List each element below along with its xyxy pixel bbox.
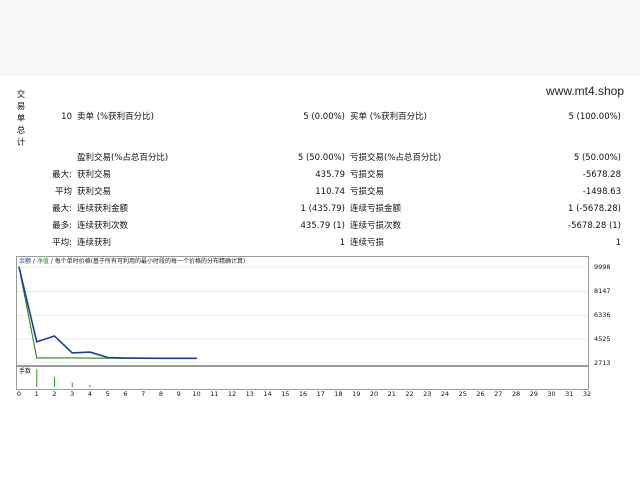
equity-line-point	[71, 357, 73, 359]
balance-line-point	[107, 356, 109, 359]
x-tick-label: 4	[87, 390, 93, 398]
x-tick-label: 7	[141, 390, 146, 398]
x-tick-label: 28	[511, 390, 521, 398]
x-tick-label: 6	[123, 390, 128, 398]
balance-line-point	[195, 357, 198, 359]
legend-balance: 余额	[19, 258, 32, 265]
x-tick-label: 1	[34, 390, 39, 398]
x-tick-label: 2	[52, 390, 57, 398]
x-tick-label: 23	[423, 390, 432, 398]
y-tick-label: 6336	[594, 311, 611, 320]
y-tick-label: 4525	[594, 335, 611, 344]
y-tick-label: 8147	[594, 287, 611, 296]
x-tick-label: 22	[405, 390, 414, 398]
balance-chart-svg	[17, 266, 587, 387]
balance-line-point	[71, 352, 73, 354]
balance-line-point	[89, 351, 91, 353]
x-tick-label: 31	[565, 390, 574, 398]
lot-size-label: 手数	[19, 368, 32, 375]
equity-line-point	[36, 357, 38, 359]
x-tick-label: 32	[582, 390, 592, 398]
x-tick-label: 5	[105, 390, 110, 398]
x-tick-label: 14	[263, 390, 272, 398]
x-tick-label: 10	[192, 390, 201, 398]
x-tick-label: 16	[298, 390, 308, 398]
balance-line-point	[124, 357, 127, 359]
x-tick-label: 26	[476, 390, 485, 398]
x-tick-label: 21	[387, 390, 396, 398]
x-tick-label: 29	[529, 390, 538, 398]
x-tick-label: 13	[245, 390, 254, 398]
x-tick-label: 20	[369, 390, 379, 398]
x-tick-label: 30	[547, 390, 556, 398]
x-tick-label: 25	[458, 390, 467, 398]
x-tick-label: 24	[440, 390, 450, 398]
y-tick-label: 2713	[594, 359, 611, 367]
balance-line-point	[160, 357, 162, 359]
balance-line-point	[18, 266, 20, 268]
equity-line-point	[89, 357, 91, 359]
lot-bar	[54, 377, 55, 387]
x-tick-label: 27	[494, 390, 503, 398]
x-tick-label: 11	[210, 390, 219, 398]
lot-bar	[71, 382, 73, 387]
x-tick-label: 19	[352, 390, 361, 398]
balance-line-point	[178, 357, 180, 359]
x-tick-label: 0	[16, 390, 22, 398]
x-tick-label: 3	[70, 390, 75, 398]
balance-line	[18, 266, 197, 360]
lot-bar	[36, 369, 38, 387]
balance-line-point	[36, 341, 38, 343]
x-tick-label: 9	[176, 390, 181, 398]
x-tick-label: 15	[281, 390, 290, 398]
x-tick-label: 17	[316, 390, 325, 398]
chart-legend: 余额 / 净值 / 每个单时价格(基于所有可利用的最小时段的每一个价格的分布精确…	[19, 258, 245, 266]
equity-line	[18, 266, 197, 359]
y-tick-label: 9998	[594, 263, 611, 271]
x-tick-label: 8	[158, 390, 164, 398]
lot-bar	[89, 384, 91, 387]
legend-equity: 净值	[36, 258, 49, 265]
equity-line-point	[53, 357, 56, 359]
legend-description: 每个单时价格(基于所有可利用的最小时段的每一个价格的分布精确计算)	[54, 258, 246, 265]
x-tick-label: 12	[227, 390, 237, 398]
balance-line-point	[53, 335, 56, 337]
x-tick-label: 18	[334, 390, 343, 398]
balance-line-point	[142, 357, 144, 359]
